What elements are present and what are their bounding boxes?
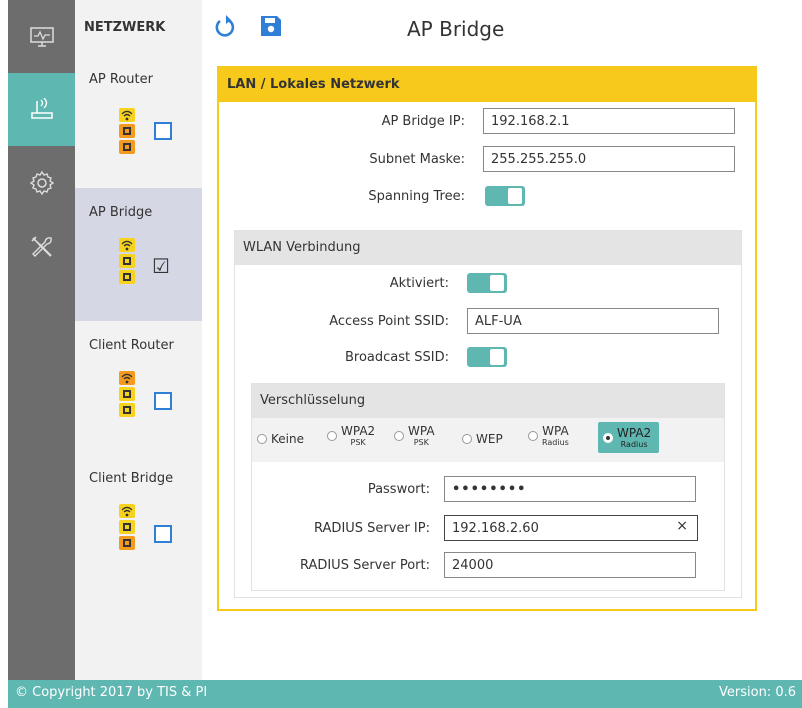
radius-ip-row: RADIUS Server IP: × [252,515,698,541]
encryption-option-wpa-radius[interactable]: WPA Radius [528,424,569,447]
ethernet-icon [119,124,135,138]
radius-ip-field: × [444,515,698,541]
monitor-icon [29,26,54,47]
ethernet-icon [119,387,135,401]
lan-header: LAN / Lokales Netzwerk [219,68,755,102]
spanning-tree-toggle[interactable] [485,186,525,206]
wlan-panel: WLAN Verbindung Aktiviert: Access Point … [234,230,742,598]
wifi-icon [119,504,135,518]
wlan-header: WLAN Verbindung [235,231,741,265]
bridge-device-icon [119,238,135,286]
version-text: Version: 0.6 [719,685,796,700]
client-router-device-icon [119,371,135,419]
encryption-header: Verschlüsselung [252,384,724,418]
radio-icon [394,430,404,441]
encryption-panel: Verschlüsselung Keine WPA2 PSK WPA PSK WEP [251,383,725,591]
spanning-tree-row: Spanning Tree: [219,186,525,206]
network-item-label: Client Bridge [89,471,174,486]
wifi-icon [119,108,135,122]
sidebar-item-network[interactable] [8,73,75,146]
ethernet-icon [119,403,135,417]
password-input[interactable] [444,476,696,502]
copyright-text: © Copyright 2017 by TIS & PI [15,685,208,700]
network-item-label: AP Router [89,72,153,87]
radio-icon [257,434,267,444]
radius-port-row: RADIUS Server Port: [252,552,696,578]
network-item-checked-icon[interactable]: ☑ [152,256,170,276]
ethernet-icon [119,520,135,534]
wlan-enabled-toggle[interactable] [467,273,507,293]
ssid-row: Access Point SSID: [235,308,719,334]
network-item-ap-bridge[interactable]: AP Bridge ☑ [75,188,202,321]
network-item-checkbox[interactable] [154,525,172,543]
broadcast-ssid-label: Broadcast SSID: [345,349,449,365]
ethernet-icon [119,140,135,154]
wifi-icon [119,238,135,252]
client-bridge-device-icon [119,504,135,552]
network-panel: NETZWERK AP Router AP Bridge ☑ Client Ro… [75,0,202,680]
lan-panel: LAN / Lokales Netzwerk AP Bridge IP: Sub… [217,66,757,611]
ethernet-icon [119,270,135,284]
gear-icon [29,170,54,195]
radius-ip-input[interactable] [444,515,698,541]
broadcast-ssid-toggle[interactable] [467,347,507,367]
encryption-option-wpa2-radius[interactable]: WPA2 Radius [598,422,660,453]
wlan-enabled-row: Aktiviert: [235,273,507,293]
ap-bridge-ip-input[interactable] [483,108,735,134]
network-item-checkbox[interactable] [154,122,172,140]
wlan-enabled-label: Aktiviert: [389,275,449,291]
password-row: Passwort: [252,476,696,502]
encryption-option-wep[interactable]: WEP [462,432,503,446]
ssid-input[interactable] [467,308,719,334]
encryption-options: Keine WPA2 PSK WPA PSK WEP WPA Radius WP… [252,418,724,462]
footer: © Copyright 2017 by TIS & PI Version: 0.… [8,680,802,708]
ethernet-icon [119,254,135,268]
ethernet-icon [119,536,135,550]
ssid-label: Access Point SSID: [329,313,449,329]
subnet-mask-row: Subnet Maske: [219,146,735,172]
wifi-icon [119,371,135,385]
radio-icon [603,432,613,443]
broadcast-ssid-row: Broadcast SSID: [235,347,507,367]
radio-icon [528,430,538,441]
undo-icon[interactable] [214,15,236,43]
network-item-ap-router[interactable]: AP Router [75,55,202,188]
encryption-option-keine[interactable]: Keine [257,432,304,446]
page-title: AP Bridge [407,17,505,41]
router-device-icon [119,108,135,156]
ap-bridge-ip-label: AP Bridge IP: [381,113,465,129]
main-sidebar [8,0,75,680]
sidebar-item-settings[interactable] [8,146,75,219]
password-label: Passwort: [367,481,430,497]
radio-icon [462,434,472,444]
spanning-tree-label: Spanning Tree: [368,188,465,204]
encryption-option-wpa2-psk[interactable]: WPA2 PSK [327,424,375,447]
network-header: NETZWERK [84,20,166,35]
network-item-checkbox[interactable] [154,392,172,410]
subnet-mask-label: Subnet Maske: [369,151,465,167]
network-item-client-bridge[interactable]: Client Bridge [75,454,202,587]
ap-bridge-ip-row: AP Bridge IP: [219,108,735,134]
router-icon [30,97,53,119]
tools-icon [30,235,52,257]
encryption-option-wpa-psk[interactable]: WPA PSK [394,424,435,447]
network-item-client-router[interactable]: Client Router [75,321,202,454]
top-bar: AP Bridge [202,0,802,60]
clear-icon[interactable]: × [676,518,688,534]
network-item-label: Client Router [89,338,174,353]
radius-port-label: RADIUS Server Port: [299,557,430,573]
save-icon[interactable] [260,15,282,41]
radius-ip-label: RADIUS Server IP: [314,520,430,536]
radio-icon [327,430,337,441]
radius-port-input[interactable] [444,552,696,578]
sidebar-item-tools[interactable] [8,210,75,283]
sidebar-item-monitor[interactable] [8,0,75,73]
network-item-label: AP Bridge [89,205,153,220]
subnet-mask-input[interactable] [483,146,735,172]
